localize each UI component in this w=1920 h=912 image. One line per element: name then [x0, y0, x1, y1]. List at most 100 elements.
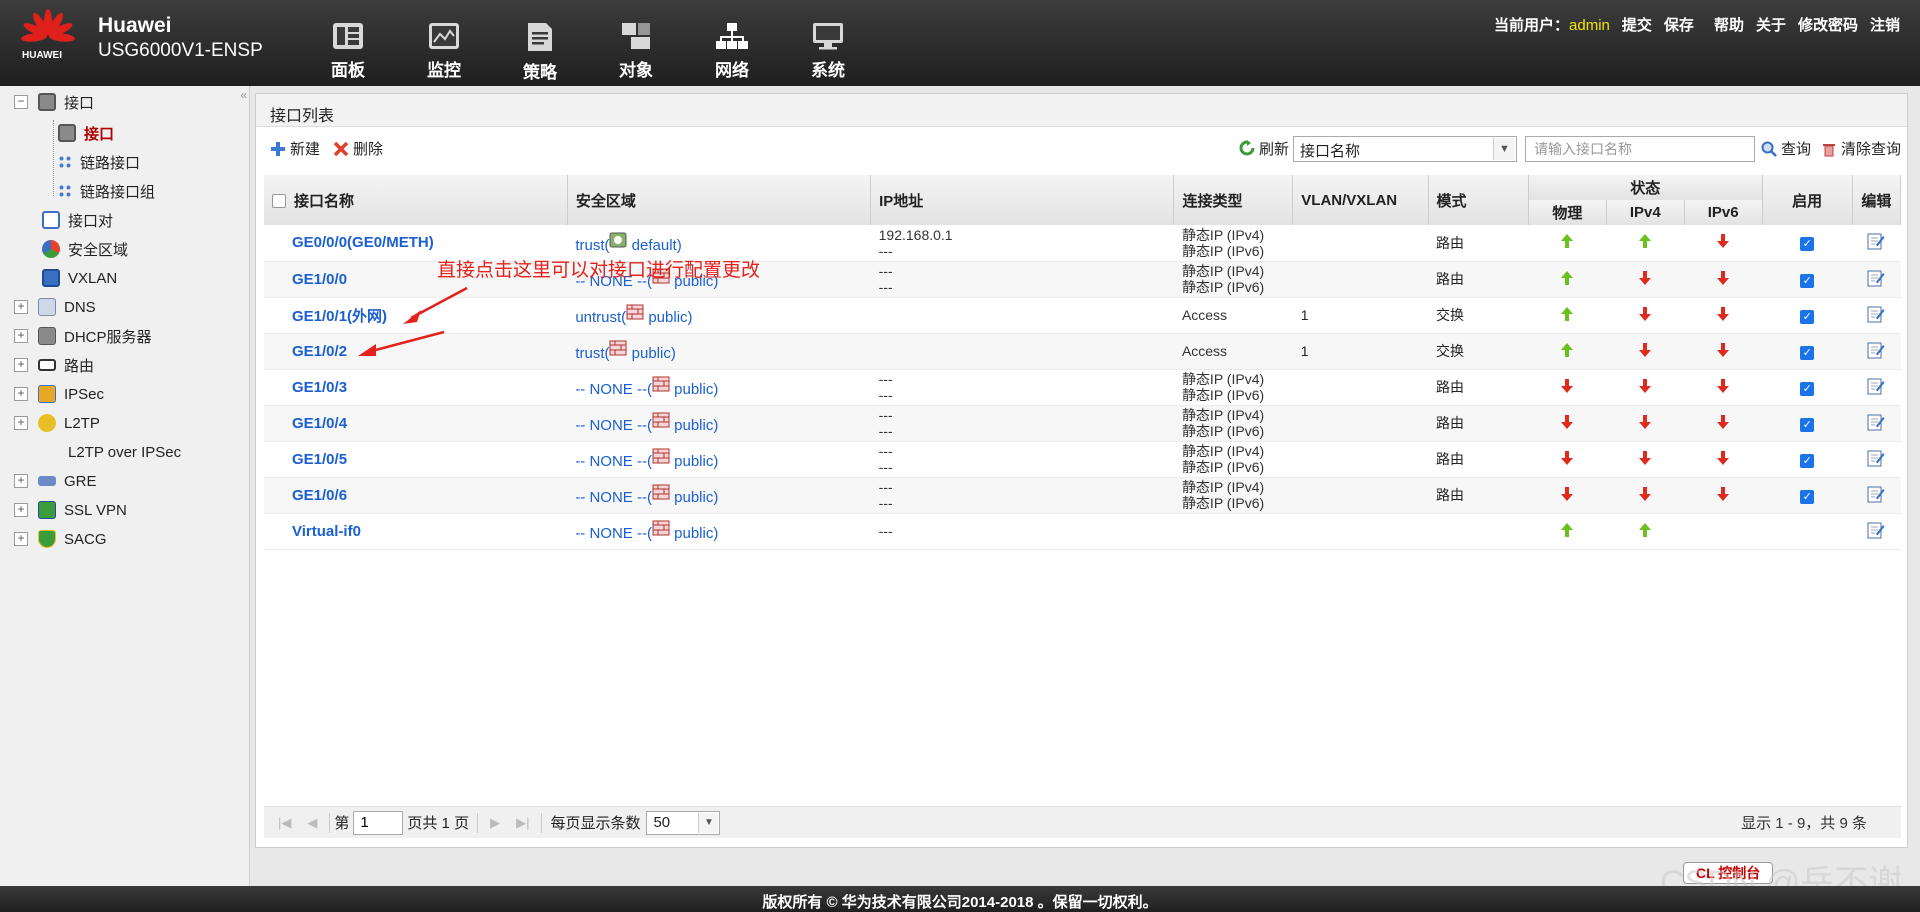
enable-checkbox[interactable]: ✓	[1800, 417, 1815, 432]
edit-icon[interactable]	[1867, 232, 1885, 250]
enable-checkbox[interactable]: ✓	[1800, 237, 1815, 252]
first-page-icon[interactable]: |◀	[278, 815, 291, 831]
enable-checkbox[interactable]: ✓	[1800, 309, 1815, 324]
page-number-input[interactable]	[353, 810, 404, 835]
nav-object[interactable]: 对象	[588, 0, 684, 86]
edit-icon[interactable]	[1867, 269, 1885, 287]
security-zone-link[interactable]: -- NONE --( public)	[575, 412, 718, 434]
cell-mode: 路由	[1428, 369, 1529, 406]
sidebar-item-route[interactable]: + 路由	[14, 353, 94, 377]
cell-conn-type: Access	[1173, 297, 1293, 334]
col-header-name[interactable]: 接口名称	[264, 175, 568, 225]
enable-checkbox[interactable]: ✓	[1800, 453, 1815, 468]
security-zone-link[interactable]: -- NONE --( public)	[575, 520, 718, 542]
nav-policy[interactable]: 策略	[492, 0, 588, 86]
sidebar-item-ipsec[interactable]: + IPSec	[14, 382, 104, 406]
sidebar-item-interface-group[interactable]: − 接口	[14, 90, 94, 114]
expand-icon[interactable]: +	[14, 532, 28, 546]
interface-name-link[interactable]: GE1/0/1(外网)	[292, 308, 387, 325]
sidebar-item-link-interface-group[interactable]: 链路接口组	[58, 179, 155, 203]
nav-system[interactable]: 系统	[780, 0, 876, 86]
expand-icon[interactable]: +	[14, 503, 28, 517]
change-password-link[interactable]: 修改密码	[1798, 14, 1858, 35]
sidebar-item-interface-pair[interactable]: 接口对	[42, 208, 113, 232]
delete-button[interactable]: 删除	[333, 138, 383, 159]
security-zone-link[interactable]: trust( public)	[575, 340, 676, 362]
col-header-vlan[interactable]: VLAN/VXLAN	[1292, 175, 1429, 225]
main-nav: 面板 监控 策略 对象 网络 系统	[300, 0, 876, 86]
interface-name-link[interactable]: GE1/0/5	[292, 451, 347, 468]
security-zone-link[interactable]: -- NONE --( public)	[575, 484, 718, 506]
interface-name-link[interactable]: GE1/0/2	[292, 343, 347, 360]
edit-icon[interactable]	[1867, 341, 1885, 359]
nav-dashboard[interactable]: 面板	[300, 0, 396, 86]
sidebar-item-dhcp[interactable]: + DHCP服务器	[14, 324, 152, 348]
edit-icon[interactable]	[1867, 521, 1885, 539]
nav-monitor[interactable]: 监控	[396, 0, 492, 86]
expand-icon[interactable]: +	[14, 416, 28, 430]
edit-icon[interactable]	[1867, 449, 1885, 467]
interface-name-link[interactable]: GE1/0/0	[292, 271, 347, 288]
col-header-ip[interactable]: IP地址	[870, 175, 1175, 225]
route-icon	[38, 359, 56, 371]
save-link[interactable]: 保存	[1664, 14, 1694, 35]
table-header-row: 接口名称 安全区域 IP地址 连接类型 VLAN/VXLAN 模式 状态 启用 …	[264, 175, 1902, 225]
interface-name-link[interactable]: GE1/0/4	[292, 415, 347, 432]
help-link[interactable]: 帮助	[1714, 14, 1744, 35]
interface-name-link[interactable]: GE1/0/6	[292, 487, 347, 504]
prev-page-icon[interactable]: ◀	[307, 815, 317, 831]
edit-icon[interactable]	[1867, 413, 1885, 431]
interface-name-search-input[interactable]	[1525, 136, 1755, 162]
sidebar-item-link-interface[interactable]: 链路接口	[58, 150, 140, 174]
submit-link[interactable]: 提交	[1622, 14, 1652, 35]
refresh-button[interactable]: 刷新	[1239, 138, 1289, 159]
edit-icon[interactable]	[1867, 485, 1885, 503]
nav-network[interactable]: 网络	[684, 0, 780, 86]
expand-icon[interactable]: +	[14, 329, 28, 343]
next-page-icon[interactable]: ▶	[490, 815, 500, 831]
sidebar-item-ssl-vpn[interactable]: + SSL VPN	[14, 498, 127, 522]
page-size-select[interactable]: 50 ▼	[646, 810, 721, 835]
logout-link[interactable]: 注销	[1870, 14, 1900, 35]
security-zone-link[interactable]: untrust( public)	[575, 304, 693, 326]
sidebar-item-l2tp-over-ipsec[interactable]: L2TP over IPSec	[42, 440, 181, 464]
sidebar-item-gre[interactable]: + GRE	[14, 469, 97, 493]
edit-icon[interactable]	[1867, 305, 1885, 323]
sidebar-item-security-zone[interactable]: 安全区域	[42, 237, 128, 261]
edit-icon[interactable]	[1867, 377, 1885, 395]
expand-icon[interactable]: +	[14, 358, 28, 372]
enable-checkbox[interactable]: ✓	[1800, 345, 1815, 360]
select-all-checkbox[interactable]	[272, 193, 286, 208]
sidebar-item-dns[interactable]: + DNS	[14, 295, 96, 319]
col-header-mode[interactable]: 模式	[1428, 175, 1529, 225]
col-header-enable[interactable]: 启用	[1762, 175, 1853, 225]
sidebar-item-interface[interactable]: 接口	[58, 121, 114, 145]
about-link[interactable]: 关于	[1756, 14, 1786, 35]
security-zone-link[interactable]: -- NONE --( public)	[575, 376, 718, 398]
cell-zone: untrust( public)	[567, 297, 871, 334]
query-button[interactable]: 查询	[1761, 138, 1811, 159]
collapse-sidebar-icon[interactable]: «	[240, 88, 247, 102]
last-page-icon[interactable]: ▶|	[516, 815, 529, 831]
sidebar-item-l2tp[interactable]: + L2TP	[14, 411, 100, 435]
filter-field-select[interactable]: 接口名称 ▼	[1293, 136, 1517, 162]
security-zone-link[interactable]: -- NONE --( public)	[575, 448, 718, 470]
enable-checkbox[interactable]: ✓	[1800, 381, 1815, 396]
sidebar-item-vxlan[interactable]: VXLAN	[42, 266, 117, 290]
expand-icon[interactable]: +	[14, 474, 28, 488]
expand-icon[interactable]: +	[14, 387, 28, 401]
interface-name-link[interactable]: Virtual-if0	[292, 523, 361, 540]
collapse-icon[interactable]: −	[14, 95, 28, 109]
clear-query-button[interactable]: 清除查询	[1821, 138, 1901, 159]
console-button[interactable]: CL 控制台	[1683, 862, 1774, 884]
interface-name-link[interactable]: GE1/0/3	[292, 379, 347, 396]
col-header-conn-type[interactable]: 连接类型	[1173, 175, 1294, 225]
enable-checkbox[interactable]: ✓	[1800, 489, 1815, 504]
col-header-zone[interactable]: 安全区域	[567, 175, 872, 225]
enable-checkbox[interactable]: ✓	[1800, 273, 1815, 288]
new-button[interactable]: 新建	[270, 138, 320, 159]
security-zone-link[interactable]: trust( default)	[575, 232, 682, 254]
expand-icon[interactable]: +	[14, 300, 28, 314]
interface-name-link[interactable]: GE0/0/0(GE0/METH)	[292, 234, 434, 251]
sidebar-item-sacg[interactable]: + SACG	[14, 527, 107, 551]
